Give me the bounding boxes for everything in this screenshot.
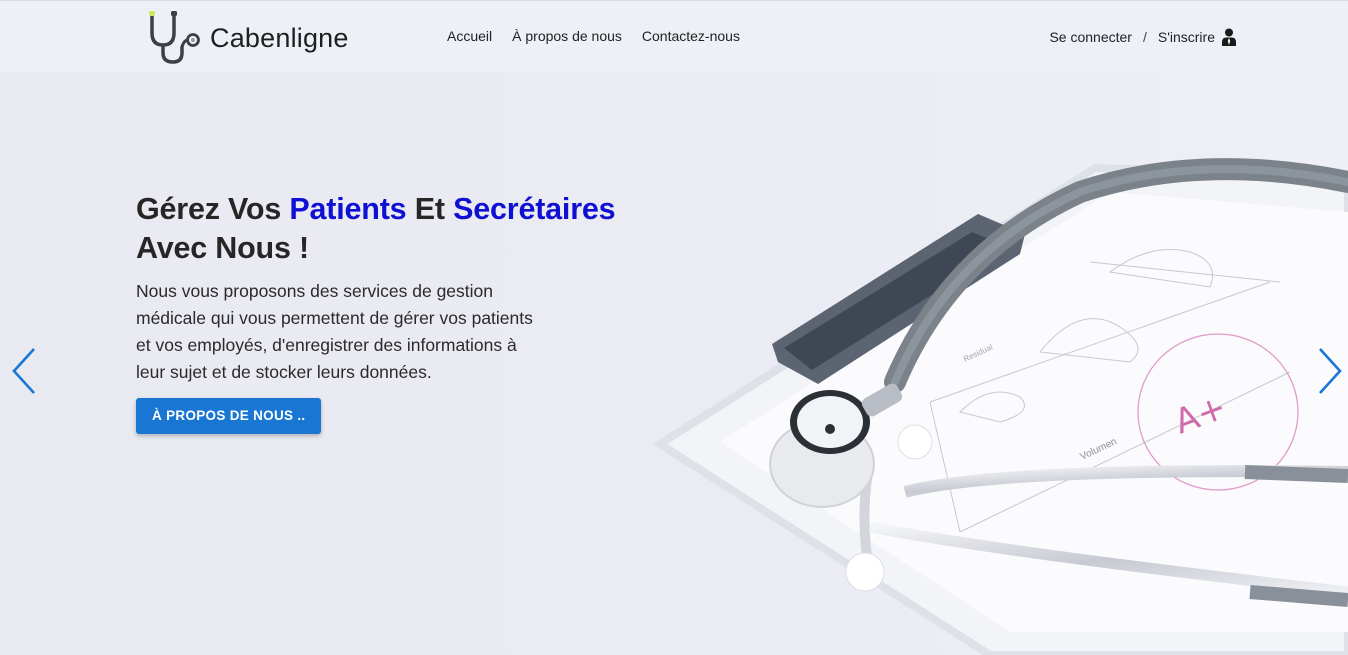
main-nav: Accueil À propos de nous Contactez-nous <box>447 28 740 44</box>
nav-link-accueil[interactable]: Accueil <box>447 28 492 44</box>
nav-link-contact[interactable]: Contactez-nous <box>642 28 740 44</box>
nav-link-a-propos[interactable]: À propos de nous <box>512 28 622 44</box>
brand[interactable]: Cabenligne <box>146 11 349 65</box>
headline-highlight-secretaires: Secrétaires <box>453 192 616 226</box>
login-link[interactable]: Se connecter <box>1049 29 1132 45</box>
register-link[interactable]: S'inscrire <box>1158 29 1215 45</box>
hero-description: Nous vous proposons des services de gest… <box>136 281 533 382</box>
about-us-button[interactable]: À PROPOS DE NOUS .. <box>136 398 322 434</box>
hero-caption: Gérez Vos Patients Et Secrétaires Avec N… <box>136 190 656 434</box>
hero-headline: Gérez Vos Patients Et Secrétaires Avec N… <box>136 190 656 268</box>
stethoscope-icon <box>149 11 200 64</box>
navbar: Cabenligne Accueil À propos de nous Cont… <box>0 0 1348 72</box>
auth-links: Se connecter / S'inscrire <box>1049 28 1236 46</box>
user-icon[interactable] <box>1222 28 1236 46</box>
headline-text-3: Avec Nous ! <box>136 231 309 265</box>
brand-name: Cabenligne <box>210 22 349 53</box>
headline-highlight-patients: Patients <box>289 192 407 226</box>
chevron-left-icon[interactable] <box>10 347 38 395</box>
auth-separator: / <box>1142 29 1147 45</box>
chevron-right-icon[interactable] <box>1316 347 1344 395</box>
hero-carousel: Volumen Residual A+ Gérez Vos Patients E… <box>0 72 1348 655</box>
headline-text-1: Gérez Vos <box>136 192 290 226</box>
headline-text-2: Et <box>406 192 454 226</box>
